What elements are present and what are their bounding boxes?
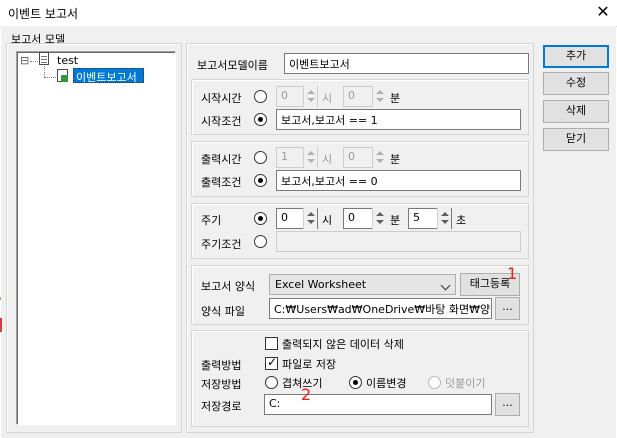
edge-mark <box>0 318 2 332</box>
cycle-radio[interactable] <box>254 212 267 225</box>
document-icon <box>39 52 49 65</box>
overwrite-radio[interactable] <box>265 376 278 389</box>
delete-unprinted-checkbox[interactable] <box>265 337 278 350</box>
save-method-label: 저장방법 <box>201 378 242 391</box>
cycle-condition-input[interactable] <box>276 231 521 252</box>
output-minute-unit: 분 <box>390 153 401 166</box>
chevron-down-icon <box>440 280 451 291</box>
output-condition-radio[interactable] <box>254 174 267 187</box>
start-time-label: 시작시간 <box>201 92 242 105</box>
output-hour-unit: 시 <box>322 153 333 166</box>
annotation-number-1: 1 <box>507 264 518 283</box>
report-format-select[interactable]: Excel Worksheet <box>269 274 456 295</box>
save-to-file-label: 파일로 저장 <box>282 358 337 371</box>
save-to-file-checkbox[interactable] <box>265 355 278 370</box>
cycle-condition-radio[interactable] <box>254 235 267 248</box>
output-time-label: 출력시간 <box>201 153 242 166</box>
report-format-value: Excel Worksheet <box>275 278 367 291</box>
template-file-input[interactable]: C:₩Users₩ad₩OneDrive₩바탕 화면₩양식 <box>269 298 492 319</box>
close-icon[interactable]: ✕ <box>594 2 612 22</box>
model-name-input[interactable]: 이벤트보고서 <box>284 53 529 74</box>
start-condition-radio[interactable] <box>254 113 267 126</box>
cycle-label: 주기 <box>201 214 222 227</box>
cycle-minute-spinner[interactable] <box>372 208 386 229</box>
start-minute-spinner[interactable] <box>372 86 386 107</box>
output-minute-spinner[interactable] <box>372 147 386 168</box>
cycle-minute-unit: 분 <box>390 214 401 227</box>
cycle-condition-label: 주기조건 <box>201 238 242 251</box>
tree-line <box>44 66 45 77</box>
output-method-label: 출력방법 <box>201 359 242 372</box>
save-path-input[interactable]: C: <box>264 394 492 415</box>
rename-label: 이름변경 <box>366 377 407 390</box>
report-icon <box>57 69 68 82</box>
start-condition-input[interactable]: 보고서,보고서 == 1 <box>276 109 521 130</box>
close-button[interactable]: 닫기 <box>543 128 609 151</box>
report-format-label: 보고서 양식 <box>201 280 256 293</box>
annotation-number-2: 2 <box>301 385 312 404</box>
cycle-hour-spinner[interactable] <box>303 208 317 229</box>
save-path-label: 저장경로 <box>201 400 242 413</box>
edit-button[interactable]: 수정 <box>543 72 609 95</box>
cycle-second-spinner[interactable] <box>437 208 451 229</box>
rename-radio[interactable] <box>349 376 362 389</box>
append-radio[interactable] <box>428 376 441 389</box>
delete-unprinted-label: 출력되지 않은 데이터 삭제 <box>282 338 404 351</box>
output-time-radio[interactable] <box>254 151 267 164</box>
tree-item-event-report[interactable]: 이벤트보고서 <box>76 69 137 85</box>
delete-button[interactable]: 삭제 <box>543 100 609 123</box>
model-name-label: 보고서모델이름 <box>197 59 268 72</box>
append-label: 덧붙이기 <box>445 377 486 390</box>
cycle-hour-unit: 시 <box>322 214 333 227</box>
title-bar: 이벤트 보고서 ✕ <box>0 0 617 26</box>
tree-item-test[interactable]: test <box>57 54 78 67</box>
edge-mark <box>0 297 1 300</box>
start-hour-unit: 시 <box>322 92 333 105</box>
output-hour-spinner[interactable] <box>303 147 317 168</box>
output-condition-input[interactable]: 보고서,보고서 == 0 <box>276 170 521 191</box>
template-file-label: 양식 파일 <box>201 305 245 318</box>
start-time-radio[interactable] <box>254 90 267 103</box>
template-file-browse-button[interactable]: ... <box>495 297 520 320</box>
start-minute-unit: 분 <box>390 92 401 105</box>
tree-item-selected[interactable]: 이벤트보고서 <box>73 68 144 85</box>
start-condition-label: 시작조건 <box>201 115 242 128</box>
tree-line <box>44 77 56 78</box>
tree-expander-icon[interactable]: ⊟ <box>20 54 29 67</box>
save-path-browse-button[interactable]: ... <box>495 393 520 416</box>
cycle-second-unit: 초 <box>456 214 467 227</box>
tree-view[interactable] <box>16 51 176 425</box>
output-condition-label: 출력조건 <box>201 176 242 189</box>
start-hour-spinner[interactable] <box>303 86 317 107</box>
add-button[interactable]: 추가 <box>543 45 609 68</box>
window-title: 이벤트 보고서 <box>8 7 79 21</box>
